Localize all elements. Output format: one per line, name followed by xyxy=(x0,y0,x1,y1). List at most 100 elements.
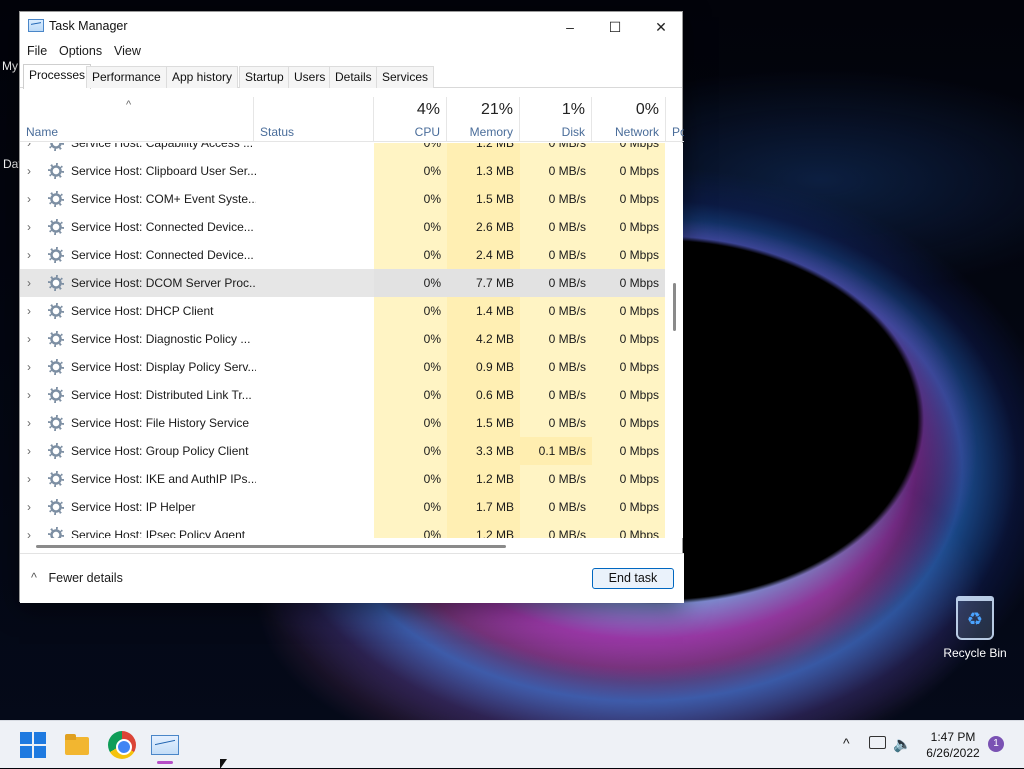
table-row[interactable]: › Service Host: Connected Device... 0% 2.6 … xyxy=(20,213,665,241)
chevron-right-icon[interactable]: › xyxy=(27,409,37,437)
table-row[interactable]: › Service Host: DCOM Server Proc... 0% 7.7 … xyxy=(20,269,665,297)
chrome-icon[interactable] xyxy=(108,731,136,759)
cpu-value: 0% xyxy=(423,192,441,206)
cpu-value: 0% xyxy=(423,528,441,538)
show-hidden-icons-chevron-icon[interactable]: ^ xyxy=(843,735,850,751)
title-bar[interactable]: Task Manager – ☐ ✕ xyxy=(20,12,682,42)
process-name: Service Host: Connected Device... xyxy=(71,248,254,262)
tab-details[interactable]: Details xyxy=(329,66,378,88)
column-header-network[interactable]: 0% Network xyxy=(592,97,666,142)
column-header-power[interactable]: Po xyxy=(666,97,684,142)
cpu-value: 0% xyxy=(423,360,441,374)
menu-file[interactable]: File xyxy=(27,44,47,58)
table-row[interactable]: › Service Host: IKE and AuthIP IPs... 0% 1.… xyxy=(20,465,665,493)
gear-icon xyxy=(48,303,64,319)
disk-value: 0 MB/s xyxy=(548,304,586,318)
column-label: Disk xyxy=(561,125,585,139)
windows-logo-icon xyxy=(20,732,32,744)
tab-processes[interactable]: Processes xyxy=(23,64,92,89)
process-name: Service Host: DCOM Server Proc... xyxy=(71,276,256,290)
table-row[interactable]: › Service Host: COM+ Event Syste... 0% 1.5 … xyxy=(20,185,665,213)
chevron-right-icon[interactable]: › xyxy=(27,353,37,381)
memory-value: 1.5 MB xyxy=(475,416,514,430)
vertical-scroll-thumb[interactable] xyxy=(673,283,676,331)
table-row[interactable]: › Service Host: IPsec Policy Agent 0% 1.2 M… xyxy=(20,521,665,538)
file-explorer-icon[interactable] xyxy=(63,731,91,759)
cpu-value: 0% xyxy=(423,304,441,318)
windows-logo-icon xyxy=(34,746,46,758)
chevron-right-icon[interactable]: › xyxy=(27,521,37,538)
table-row[interactable]: › Service Host: Group Policy Client 0% 3.3 … xyxy=(20,437,665,465)
memory-value: 1.2 MB xyxy=(475,528,514,538)
column-header-status[interactable]: Status xyxy=(254,97,374,142)
chevron-right-icon[interactable]: › xyxy=(27,437,37,465)
tab-app-history[interactable]: App history xyxy=(166,66,239,88)
tab-users[interactable]: Users xyxy=(288,66,332,88)
horizontal-scrollbar[interactable] xyxy=(20,539,665,553)
table-row[interactable]: › Service Host: File History Service 0% 1.5… xyxy=(20,409,665,437)
task-manager-taskbar-icon[interactable] xyxy=(151,735,179,755)
table-row[interactable]: › Service Host: Clipboard User Ser... 0% 1.… xyxy=(20,157,665,185)
memory-total-percent: 21% xyxy=(480,101,513,118)
tab-services[interactable]: Services xyxy=(376,66,435,88)
table-row[interactable]: › Service Host: DHCP Client 0% 1.4 MB 0 MB/s… xyxy=(20,297,665,325)
tab-startup[interactable]: Startup xyxy=(239,66,290,88)
recycle-bin-shortcut[interactable]: Recycle Bin xyxy=(940,596,1010,660)
gear-icon xyxy=(48,499,64,515)
close-button[interactable]: ✕ xyxy=(638,12,684,42)
maximize-button[interactable]: ☐ xyxy=(592,12,638,42)
chevron-right-icon[interactable]: › xyxy=(27,297,37,325)
chevron-right-icon[interactable]: › xyxy=(27,185,37,213)
chevron-right-icon[interactable]: › xyxy=(27,241,37,269)
cpu-value: 0% xyxy=(423,248,441,262)
menu-options[interactable]: Options xyxy=(59,44,102,58)
column-label: Network xyxy=(614,125,659,139)
network-value: 0 Mbps xyxy=(592,269,665,297)
table-row[interactable]: › Service Host: Capability Access ... 0% 1.… xyxy=(20,143,665,157)
chevron-right-icon[interactable]: › xyxy=(27,143,37,157)
start-button[interactable] xyxy=(19,731,47,759)
menu-view[interactable]: View xyxy=(114,44,141,58)
tab-performance[interactable]: Performance xyxy=(86,66,167,88)
windows-logo-icon xyxy=(34,732,46,744)
table-row[interactable]: › Service Host: Distributed Link Tr... 0% 0… xyxy=(20,381,665,409)
memory-value: 1.7 MB xyxy=(475,500,514,514)
cpu-value: 0% xyxy=(423,332,441,346)
vertical-scrollbar[interactable] xyxy=(665,143,683,538)
table-row[interactable]: › Service Host: Diagnostic Policy ... 0% 4.… xyxy=(20,325,665,353)
fewer-details-button[interactable]: ^ Fewer details xyxy=(31,571,123,585)
column-header-cpu[interactable]: 4% CPU xyxy=(374,97,447,142)
chevron-right-icon[interactable]: › xyxy=(27,325,37,353)
network-icon[interactable] xyxy=(869,736,886,749)
chevron-right-icon[interactable]: › xyxy=(27,493,37,521)
network-value: 0 Mbps xyxy=(619,472,659,486)
column-header-memory[interactable]: 21% Memory xyxy=(447,97,520,142)
network-value: 0 Mbps xyxy=(619,143,659,150)
horizontal-scroll-thumb[interactable] xyxy=(36,545,506,548)
minimize-button[interactable]: – xyxy=(547,12,593,42)
chevron-right-icon[interactable]: › xyxy=(27,157,37,185)
disk-value: 0 MB/s xyxy=(548,332,586,346)
disk-value: 0.1 MB/s xyxy=(520,437,592,465)
clock-time: 1:47 PM xyxy=(930,730,976,744)
chevron-right-icon[interactable]: › xyxy=(27,381,37,409)
table-row[interactable]: › Service Host: Connected Device... 0% 2.4 … xyxy=(20,241,665,269)
chevron-right-icon[interactable]: › xyxy=(27,465,37,493)
disk-value: 0 MB/s xyxy=(548,192,586,206)
gear-icon xyxy=(48,143,64,151)
column-header-disk[interactable]: 1% Disk xyxy=(520,97,592,142)
chevron-right-icon[interactable]: › xyxy=(27,269,37,297)
notification-badge[interactable]: 1 xyxy=(988,736,1004,752)
clock[interactable]: 1:47 PM 6/26/2022 xyxy=(918,729,988,761)
column-header-name[interactable]: ^ Name xyxy=(20,97,254,142)
cpu-value: 0% xyxy=(423,444,441,458)
table-row[interactable]: › Service Host: IP Helper 0% 1.7 MB 0 MB/s 0 … xyxy=(20,493,665,521)
recycle-bin-icon xyxy=(956,596,994,640)
end-task-button[interactable]: End task xyxy=(592,568,674,589)
column-label: Po xyxy=(672,125,684,139)
gear-icon xyxy=(48,331,64,347)
cpu-value: 0% xyxy=(423,220,441,234)
table-row[interactable]: › Service Host: Display Policy Serv... 0% 0… xyxy=(20,353,665,381)
volume-icon[interactable]: 🔈 xyxy=(893,735,912,753)
chevron-right-icon[interactable]: › xyxy=(27,213,37,241)
